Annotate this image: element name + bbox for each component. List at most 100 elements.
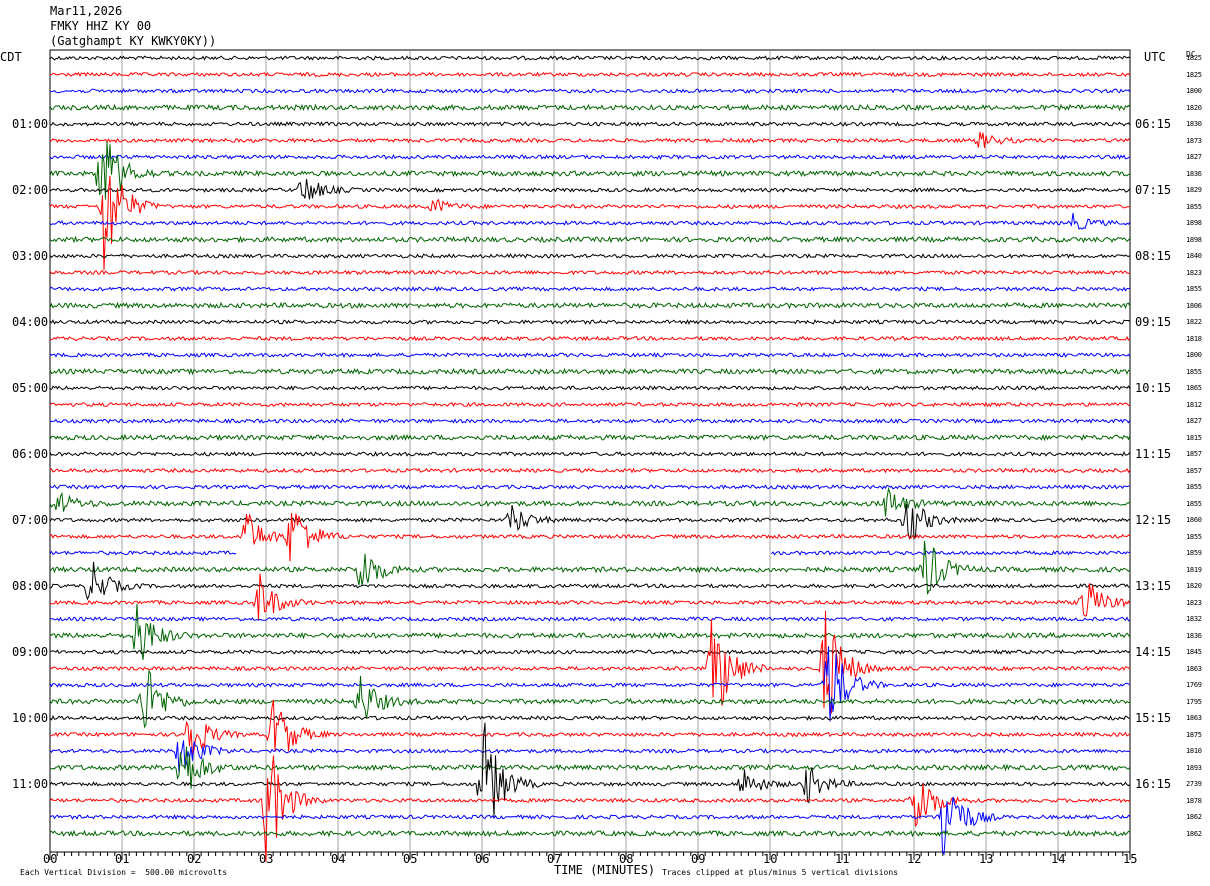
trace-dc-value: 1893 [1186, 763, 1202, 772]
x-tick-label: 10 [763, 852, 778, 866]
trace-line [49, 550, 1131, 556]
trace-dc-value: 1855 [1186, 483, 1202, 491]
x-tick-label: 08 [619, 852, 634, 866]
trace-line [49, 103, 1131, 112]
left-time-label: 06:00 [12, 447, 49, 461]
x-tick-label: 13 [979, 852, 994, 866]
left-time-label: 10:00 [12, 711, 49, 725]
left-time-label: 05:00 [12, 381, 49, 395]
trace-line [49, 740, 1131, 774]
trace-line [49, 467, 1131, 474]
trace-dc-value: 1823 [1186, 598, 1202, 607]
station-label: FMKY HHZ KY 00 [50, 19, 152, 33]
trace-line [49, 433, 1131, 442]
trace-line [49, 54, 1131, 61]
trace-line [49, 367, 1131, 376]
right-time-label: 15:15 [1135, 711, 1172, 725]
trace-dc-value: 1857 [1186, 466, 1202, 475]
trace-dc-value: 1769 [1186, 681, 1202, 689]
trace-dc-value: 1823 [1186, 268, 1202, 277]
trace-dc-value: 1819 [1186, 565, 1202, 574]
trace-dc-value: 1855 [1186, 202, 1202, 211]
trace-dc-value: 1865 [1186, 384, 1202, 392]
trace-dc-value: 1863 [1186, 664, 1202, 673]
x-axis-title: TIME (MINUTES) [554, 863, 656, 877]
x-tick-label: 07 [547, 852, 562, 866]
left-time-label: 03:00 [12, 249, 49, 263]
trace-dc-value: 1829 [1186, 186, 1202, 194]
trace-dc-value: 1818 [1186, 334, 1202, 343]
trace-dc-value: 1832 [1186, 615, 1202, 623]
date-label: Mar11,2026 [50, 4, 123, 18]
trace-dc-value: 2739 [1186, 780, 1202, 788]
trace-dc-value: 1857 [1186, 450, 1202, 458]
left-time-label: 09:00 [12, 645, 49, 659]
trace-dc-value: 1840 [1186, 252, 1202, 260]
trace-line [49, 269, 1131, 276]
x-tick-label: 04 [331, 852, 346, 866]
x-tick-label: 09 [691, 852, 706, 866]
trace-dc-value: 1878 [1186, 796, 1202, 805]
trace-line [49, 71, 1131, 78]
left-time-label: 01:00 [12, 117, 49, 131]
trace-dc-value: 1898 [1186, 235, 1202, 244]
trace-dc-value: 1820 [1186, 582, 1202, 590]
trace-line [49, 385, 1131, 391]
trace-line [49, 352, 1131, 359]
trace-line [49, 335, 1131, 342]
trace-dc-value: 1863 [1186, 714, 1202, 722]
trace-dc-value: 1898 [1186, 219, 1202, 227]
trace-line [49, 212, 1131, 230]
trace-line [49, 154, 1131, 160]
trace-line [49, 722, 1131, 817]
right-time-label: 08:15 [1135, 249, 1172, 263]
x-tick-label: 14 [1051, 852, 1066, 866]
left-axis-title: CDT [0, 50, 22, 64]
left-time-label: 02:00 [12, 183, 49, 197]
trace-dc-value: 1873 [1186, 136, 1202, 145]
trace-dc-value: 1855 [1186, 367, 1202, 376]
trace-line [49, 131, 1131, 148]
trace-dc-value: 1830 [1186, 120, 1202, 128]
x-tick-label: 01 [115, 852, 130, 866]
trace-line [49, 253, 1131, 259]
trace-dc-value: 1855 [1186, 532, 1202, 541]
trace-dc-value: 1855 [1186, 285, 1202, 293]
right-time-label: 12:15 [1135, 513, 1172, 527]
trace-line [49, 450, 1131, 457]
left-time-label: 04:00 [12, 315, 49, 329]
x-tick-label: 05 [403, 852, 418, 866]
trace-dc-value: 1862 [1186, 813, 1202, 821]
trace-dc-value: 1825 [1186, 54, 1202, 62]
trace-line [49, 178, 1131, 200]
trace-dc-value: 1875 [1186, 730, 1202, 739]
trace-dc-value: 1836 [1186, 631, 1202, 640]
right-time-label: 11:15 [1135, 447, 1172, 461]
trace-dc-value: 1827 [1186, 417, 1202, 425]
x-tick-label: 12 [907, 852, 922, 866]
trace-line [49, 649, 1131, 655]
trace-line [49, 486, 1131, 517]
trace-dc-value: 1860 [1186, 516, 1202, 524]
trace-line [49, 829, 1131, 838]
right-time-label: 16:15 [1135, 777, 1172, 791]
trace-line [49, 301, 1131, 310]
right-time-label: 10:15 [1135, 381, 1172, 395]
footer-scale-note: Each Vertical Division = 500.00 microvol… [20, 868, 228, 877]
trace-dc-value: 1800 [1186, 87, 1202, 95]
x-tick-label: 02 [187, 852, 202, 866]
trace-dc-value: 1812 [1186, 400, 1202, 409]
trace-dc-value: 1859 [1186, 549, 1202, 557]
trace-line [49, 610, 1131, 715]
x-tick-label: 11 [835, 852, 850, 866]
trace-dc-value: 1827 [1186, 153, 1202, 161]
trace-line [49, 616, 1131, 623]
right-time-label: 14:15 [1135, 645, 1172, 659]
trace-line [49, 796, 1131, 856]
x-tick-label: 03 [259, 852, 274, 866]
left-time-label: 07:00 [12, 513, 49, 527]
trace-dc-value: 1795 [1186, 697, 1202, 706]
trace-dc-value: 1836 [1186, 169, 1202, 178]
x-tick-label: 06 [475, 852, 490, 866]
trace-line [49, 88, 1131, 94]
